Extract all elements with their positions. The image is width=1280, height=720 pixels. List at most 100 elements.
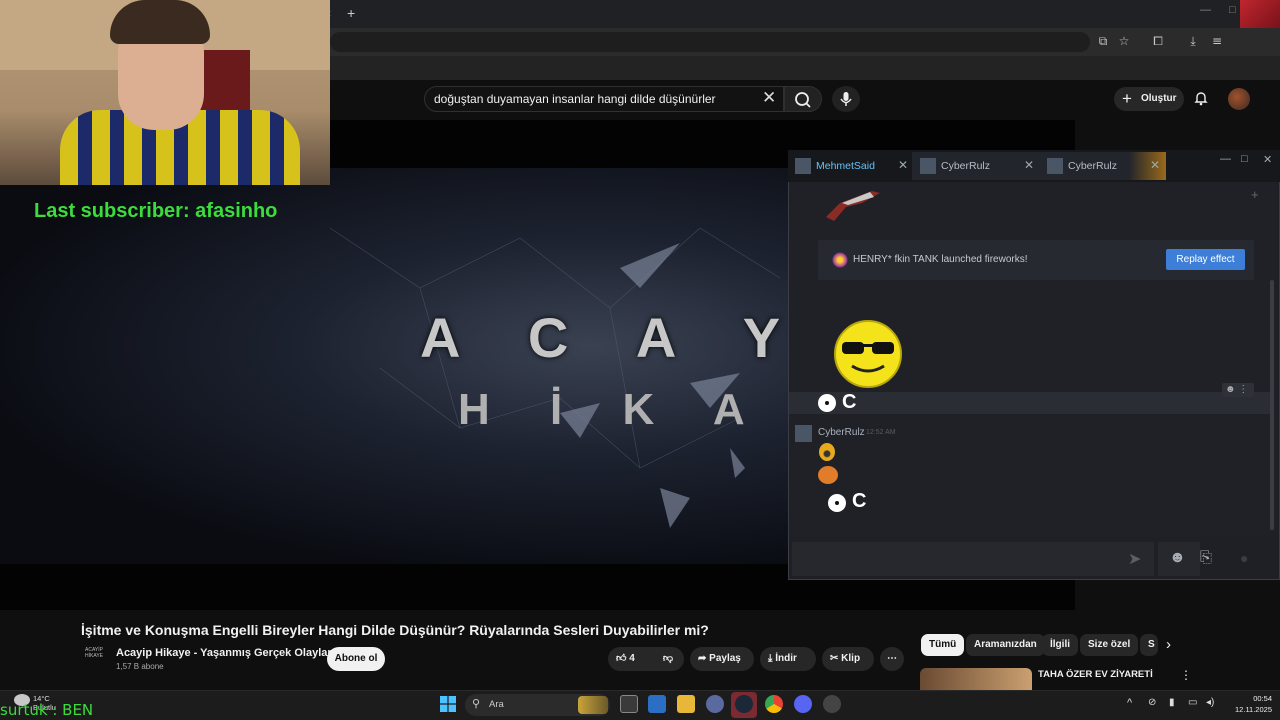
create-button[interactable]: + Oluştur bbox=[1114, 87, 1184, 111]
microphone-icon bbox=[840, 92, 852, 106]
minimize-chat-icon[interactable]: — bbox=[1220, 153, 1231, 165]
webcam-hair bbox=[110, 0, 210, 44]
surprised-emoticon-icon bbox=[819, 443, 835, 461]
search-highlight-image bbox=[578, 696, 608, 714]
message-actions[interactable]: ☻ ⋮ bbox=[1222, 383, 1254, 397]
dislike-button[interactable]: 👎︎ bbox=[652, 647, 684, 671]
thumbs-up-icon: 👍︎ bbox=[616, 653, 627, 664]
tab-avatar-cyberrulz bbox=[920, 158, 936, 174]
display-icon[interactable]: ▭ bbox=[1188, 697, 1197, 708]
windows-start-icon[interactable] bbox=[440, 696, 456, 712]
download-icon[interactable]: ⤓ bbox=[1186, 34, 1200, 48]
last-subscriber-overlay: Last subscriber: afasinho bbox=[34, 200, 278, 222]
install-app-icon[interactable]: ⧉ bbox=[1096, 34, 1110, 48]
channel-name[interactable]: Acayip Hikaye - Yaşanmış Gerçek Olaylar bbox=[116, 647, 332, 659]
oc-emoticon-c: C bbox=[852, 490, 867, 512]
notifications-bell-icon[interactable] bbox=[1193, 90, 1209, 106]
reading-list-icon[interactable]: ≡ bbox=[1210, 34, 1224, 48]
calculator-icon[interactable] bbox=[648, 695, 666, 713]
search-button[interactable] bbox=[784, 86, 822, 112]
subscribe-button[interactable]: Abone ol bbox=[327, 647, 385, 671]
message-timestamp: 12:52 AM bbox=[866, 429, 896, 436]
windows-taskbar bbox=[0, 690, 1280, 720]
taskbar-date[interactable]: 12.11.2025 bbox=[1220, 705, 1272, 714]
chip-from-search[interactable]: Aramanızdan bbox=[966, 634, 1045, 656]
thumbs-down-icon: 👎︎ bbox=[662, 653, 674, 664]
chip-next-chevron-icon[interactable]: › bbox=[1166, 636, 1171, 653]
task-view-icon[interactable] bbox=[620, 695, 638, 713]
account-avatar[interactable] bbox=[1228, 88, 1250, 110]
download-label: İndir bbox=[775, 653, 797, 664]
share-icon: ➦ bbox=[698, 653, 707, 664]
stream-chat-overlay: surtuk : BEN bbox=[0, 701, 94, 719]
app-icon[interactable] bbox=[706, 695, 724, 713]
scissors-icon: ✂ bbox=[830, 653, 839, 664]
maximize-window-icon[interactable]: □ bbox=[1229, 4, 1236, 16]
chat-scrollbar[interactable] bbox=[1270, 280, 1274, 530]
clear-search-icon[interactable]: ✕ bbox=[762, 88, 776, 108]
add-friend-icon[interactable]: + bbox=[1251, 187, 1259, 202]
sunglasses-emoticon-icon bbox=[834, 320, 902, 388]
firework-message: HENRY* fkin TANK launched fireworks! bbox=[853, 254, 1028, 265]
voice-icon[interactable]: ● bbox=[1240, 550, 1248, 566]
volume-icon[interactable]: ◂) bbox=[1206, 697, 1214, 708]
chip-partial[interactable]: S bbox=[1140, 634, 1158, 656]
close-chat-icon[interactable]: ✕ bbox=[1263, 153, 1272, 166]
send-icon[interactable]: ➤ bbox=[1128, 549, 1141, 569]
webcam-feed bbox=[0, 0, 330, 185]
close-tab-icon[interactable]: ✕ bbox=[1150, 158, 1160, 172]
download-button[interactable]: ⤓ İndir bbox=[760, 647, 816, 671]
close-tab-icon[interactable]: ✕ bbox=[898, 158, 908, 172]
new-tab-button[interactable]: + bbox=[347, 5, 355, 21]
tab-avatar-cyberrulz bbox=[1047, 158, 1063, 174]
minimize-window-icon[interactable]: — bbox=[1200, 4, 1211, 16]
oc-emoticon-c: C bbox=[842, 391, 857, 413]
address-bar[interactable] bbox=[330, 32, 1090, 52]
more-actions-button[interactable]: ⋯ bbox=[880, 647, 904, 671]
tab-mehmetsaid[interactable]: MehmetSaid bbox=[816, 155, 875, 177]
search-icon bbox=[795, 92, 811, 108]
search-query-text: doğuştan duyamayan insanlar hangi dilde … bbox=[434, 92, 716, 106]
share-button[interactable]: ➦ Paylaş bbox=[690, 647, 754, 671]
extensions-icon[interactable]: ⧠ bbox=[1151, 34, 1165, 48]
recommended-title[interactable]: TAHA ÖZER EV ZİYARETİ bbox=[1038, 669, 1153, 680]
search-icon: ⚲ bbox=[472, 697, 481, 710]
like-button[interactable]: 👍︎ 4 bbox=[608, 647, 652, 671]
steam-icon[interactable] bbox=[735, 695, 753, 713]
taskbar-time[interactable]: 00:54 bbox=[1226, 694, 1272, 703]
maximize-chat-icon[interactable]: □ bbox=[1241, 153, 1248, 165]
clip-button[interactable]: ✂ Klip bbox=[822, 647, 874, 671]
message-sender-name[interactable]: CyberRulz bbox=[818, 427, 865, 438]
file-explorer-icon[interactable] bbox=[677, 695, 695, 713]
microphone-tray-icon[interactable]: ▮ bbox=[1169, 697, 1175, 708]
chip-for-you[interactable]: Size özel bbox=[1080, 634, 1139, 656]
like-count: 4 bbox=[629, 653, 635, 664]
download-icon: ⤓ bbox=[768, 653, 773, 664]
replay-effect-button[interactable]: Replay effect bbox=[1166, 249, 1245, 270]
sender-avatar[interactable] bbox=[795, 425, 812, 442]
message-hover-row[interactable] bbox=[789, 392, 1271, 414]
bookmark-star-icon[interactable]: ☆ bbox=[1117, 34, 1131, 48]
oc-emoticon-dot bbox=[835, 501, 839, 505]
attach-icon[interactable]: ⎘ bbox=[1200, 549, 1212, 566]
channel-subscriber-count: 1,57 B abone bbox=[116, 662, 164, 671]
app-icon[interactable] bbox=[823, 695, 841, 713]
chat-message-input[interactable] bbox=[792, 542, 1154, 576]
tab-avatar-mehmetsaid bbox=[795, 158, 811, 174]
chrome-icon[interactable] bbox=[765, 695, 783, 713]
create-label: Oluştur bbox=[1141, 93, 1177, 104]
tray-chevron-icon[interactable]: ^ bbox=[1127, 697, 1132, 709]
network-icon[interactable]: ⊘ bbox=[1148, 697, 1156, 708]
chip-related[interactable]: İlgili bbox=[1042, 634, 1078, 656]
tab-cyberrulz-2[interactable]: CyberRulz bbox=[1068, 155, 1117, 177]
tab-cyberrulz-1[interactable]: CyberRulz bbox=[941, 155, 990, 177]
voice-search-button[interactable] bbox=[832, 86, 860, 112]
close-tab-icon[interactable]: ✕ bbox=[1024, 158, 1034, 172]
recommended-menu-icon[interactable]: ⋮ bbox=[1180, 668, 1192, 682]
plus-icon: + bbox=[1122, 89, 1132, 108]
oc-emoticon-dot bbox=[825, 401, 829, 405]
chip-all[interactable]: Tümü bbox=[921, 634, 965, 656]
video-title: İşitme ve Konuşma Engelli Bireyler Hangi… bbox=[81, 622, 709, 638]
discord-icon[interactable] bbox=[794, 695, 812, 713]
channel-logo[interactable]: ACAYİP HİKAYE bbox=[81, 647, 107, 669]
